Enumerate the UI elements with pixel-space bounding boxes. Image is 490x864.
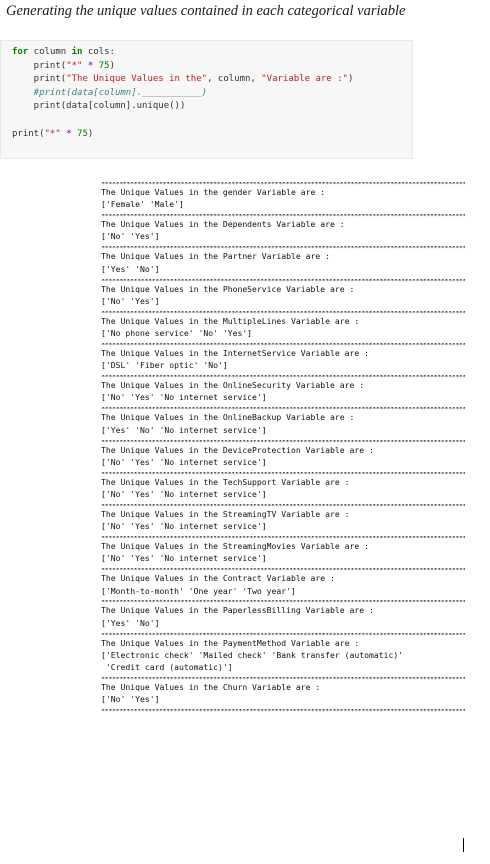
variable-title: The Unique Values in the PaperlessBillin… [101,605,374,616]
string-literal: "The Unique Values in the" [66,74,208,85]
string-literal: "Variable are :" [261,74,348,85]
code-line-2: print("*" * 75) [12,60,412,74]
output-block: The Unique Values in the StreamingMovies… [101,540,465,565]
number-literal: 75 [77,128,88,139]
variable-title: The Unique Values in the Contract Variab… [101,573,335,584]
variable-title: The Unique Values in the gender Variable… [101,187,326,197]
code-line-3: print("The Unique Values in the", column… [12,73,412,87]
variable-title: The Unique Values in the Churn Variable … [101,682,321,693]
unique-values: ['No' 'Yes' 'No internet service'] [101,488,267,499]
operator: * [82,60,99,71]
code-text: column [28,47,72,57]
variable-title: The Unique Values in the PhoneService Va… [101,283,355,294]
output-block: The Unique Values in the Contract Variab… [101,572,465,597]
variable-title: The Unique Values in the StreamingTV Var… [101,508,350,519]
variable-title: The Unique Values in the MultipleLines V… [101,315,360,326]
variable-title: The Unique Values in the InternetService… [101,347,370,358]
output-block: The Unique Values in the Churn Variable … [101,681,465,706]
unique-values: ['No' 'Yes' 'No internet service'] [101,553,267,564]
keyword-for: for [12,47,29,57]
code-text: print( [12,128,45,139]
code-text: print( [12,60,67,71]
string-literal: "*" [66,60,83,71]
number-literal: 75 [98,60,110,71]
code-text: cols: [82,47,115,57]
variable-title: The Unique Values in the TechSupport Var… [101,476,350,487]
code-text: print( [12,74,67,85]
unique-values: ['Yes' 'No' 'No internet service'] [101,424,267,435]
variable-title: The Unique Values in the Partner Variabl… [101,251,331,262]
output-block: The Unique Values in the PaymentMethod V… [101,637,465,674]
variable-title: The Unique Values in the StreamingMovies… [101,541,370,552]
text-cursor [463,838,464,852]
code-line-1: for column in cols: [12,46,412,60]
code-line-4: #print(data[column].___________) [12,87,412,101]
variable-title: The Unique Values in the Dependents Vari… [101,219,345,230]
unique-values: ['No' 'Yes'] [101,295,160,306]
unique-values: ['Month-to-month' 'One year' 'Two year'] [101,585,296,596]
separator-line: ****************************************… [101,278,465,283]
output-block: The Unique Values in the StreamingTV Var… [101,508,465,533]
output-block: The Unique Values in the PaperlessBillin… [101,604,465,629]
unique-values: ['No' 'Yes' 'No internet service'] [101,456,267,467]
output-block: The Unique Values in the TechSupport Var… [101,476,465,501]
output-block: The Unique Values in the OnlineSecurity … [101,379,465,404]
code-cell[interactable]: for column in cols: print("*" * 75) prin… [0,40,413,159]
output-block: The Unique Values in the Partner Variabl… [101,250,465,275]
separator-line: ****************************************… [101,709,465,714]
code-text: ) [109,60,115,71]
operator: * [60,128,78,139]
keyword-in: in [71,47,83,57]
output-block: The Unique Values in the MultipleLines V… [101,315,465,340]
page-heading: Generating the unique values contained i… [6,3,406,19]
unique-values: ['Electronic check' 'Mailed check' 'Bank… [101,649,404,660]
unique-values: ['No' 'Yes'] [101,231,160,242]
unique-values: ['No' 'Yes'] [101,694,160,705]
unique-values: ['Yes' 'No'] [101,263,160,274]
string-literal: "*" [44,128,61,139]
separator-line: ****************************************… [101,439,465,444]
unique-values: ['No' 'Yes' 'No internet service'] [101,521,267,532]
output-block: The Unique Values in the OnlineBackup Va… [101,411,465,436]
code-comment: #print(data[column].___________) [12,87,208,98]
code-text: print(data[column].unique()) [12,101,186,112]
variable-title: The Unique Values in the DeviceProtectio… [101,444,374,455]
variable-title: The Unique Values in the OnlineSecurity … [101,380,365,391]
output-block: The Unique Values in the InternetService… [101,347,465,372]
code-text: ) [87,128,94,139]
output-block: The Unique Values in the PhoneService Va… [101,283,465,308]
cell-output: ****************************************… [101,182,465,864]
output-block: The Unique Values in the Dependents Vari… [101,218,465,243]
unique-values: ['Female' 'Male'] [101,199,184,210]
variable-title: The Unique Values in the PaymentMethod V… [101,637,360,648]
code-text: ) [347,74,354,85]
output-block: The Unique Values in the DeviceProtectio… [101,444,465,469]
code-text: , column, [207,74,262,85]
unique-values: 'Credit card (automatic)'] [101,662,233,673]
code-line-5: print(data[column].unique()) [12,100,412,114]
output-block: The Unique Values in the gender Variable… [101,186,465,211]
unique-values: ['Yes' 'No'] [101,617,160,628]
variable-title: The Unique Values in the OnlineBackup Va… [101,412,355,423]
unique-values: ['No phone service' 'No' 'Yes'] [101,328,253,339]
unique-values: ['No' 'Yes' 'No internet service'] [101,392,267,403]
unique-values: ['DSL' 'Fiber optic' 'No'] [101,360,228,371]
code-line-7: print("*" * 75) [12,128,412,142]
